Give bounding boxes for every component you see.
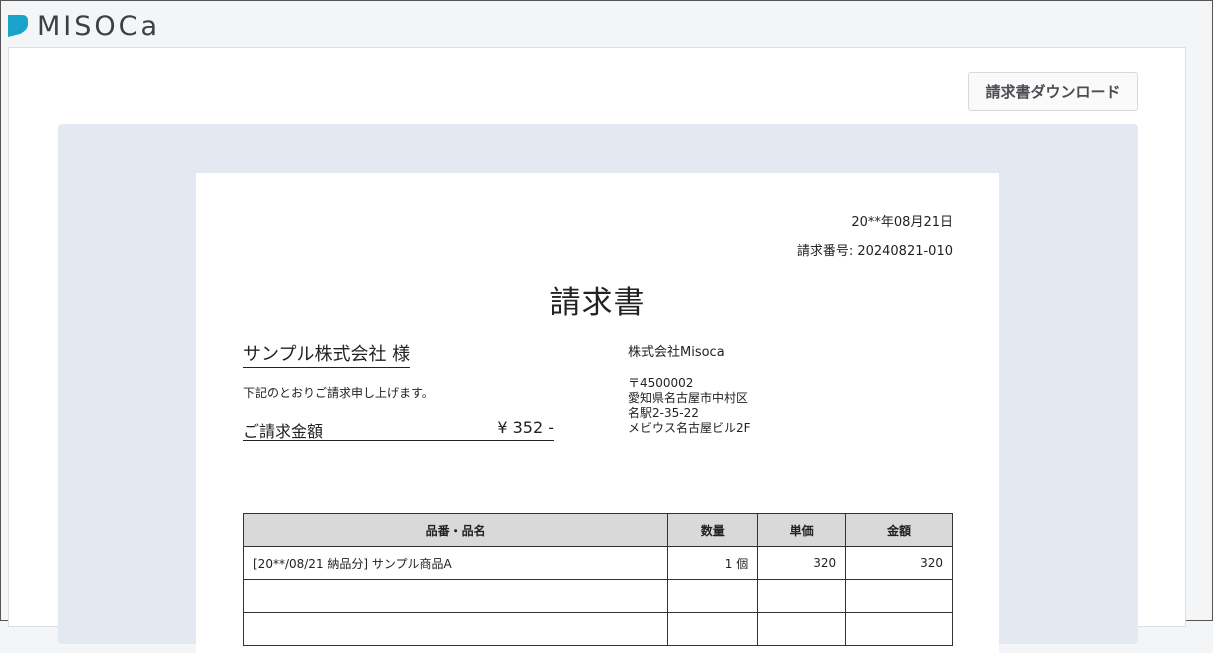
misoca-logo-icon <box>8 15 28 37</box>
logo-text: MISOCa <box>37 10 161 42</box>
issuer-postal-code: 〒4500002 <box>628 376 694 390</box>
table-row: [20**/08/21 納品分] サンプル商品A 1 個 320 320 <box>242 546 953 580</box>
cell-amount <box>845 612 953 646</box>
cell-quantity <box>667 579 759 613</box>
issuer-address-line: メビウス名古屋ビル2F <box>628 421 751 435</box>
cell-item <box>242 612 669 646</box>
table-row <box>242 612 953 646</box>
issuer-name: 株式会社Misoca <box>628 345 725 360</box>
column-header-quantity: 数量 <box>667 513 759 547</box>
invoice-title: 請求書 <box>549 285 646 321</box>
invoice-panel: 請求書ダウンロード 20**年08月21日 請求番号: 20240821-010… <box>8 47 1186 653</box>
table-row <box>242 579 953 613</box>
column-header-amount: 金額 <box>845 513 953 547</box>
cell-quantity: 1 個 <box>667 546 759 580</box>
invoice-items-table: 品番・品名 数量 単価 金額 [20**/08/21 納品分] サンプル商品A … <box>242 513 953 646</box>
column-header-item: 品番・品名 <box>242 513 669 547</box>
issuer-address-line: 愛知県名古屋市中村区 <box>628 391 749 405</box>
billing-amount-value: ¥ 352 - <box>497 418 554 437</box>
invoice-preview-area: 20**年08月21日 請求番号: 20240821-010 請求書 サンプル株… <box>58 124 1138 653</box>
invoice-document: 20**年08月21日 請求番号: 20240821-010 請求書 サンプル株… <box>196 173 999 653</box>
misoca-logo[interactable]: MISOCa <box>8 11 160 41</box>
column-header-unit-price: 単価 <box>757 513 847 547</box>
invoice-date: 20**年08月21日 <box>851 215 953 230</box>
billing-amount-label: ご請求金額 <box>243 422 324 441</box>
cell-unit-price <box>757 612 847 646</box>
cell-unit-price <box>757 579 847 613</box>
cell-quantity <box>667 612 759 646</box>
invoice-number: 請求番号: 20240821-010 <box>796 244 953 259</box>
lead-text: 下記のとおりご請求申し上げます。 <box>243 386 434 400</box>
cell-item: [20**/08/21 納品分] サンプル商品A <box>242 546 669 580</box>
issuer-address-line: 名駅2-35-22 <box>628 406 699 420</box>
cell-item <box>242 579 669 613</box>
cell-unit-price: 320 <box>757 546 847 580</box>
download-invoice-button[interactable]: 請求書ダウンロード <box>968 72 1138 111</box>
billing-amount-row: ご請求金額 ¥ 352 - <box>243 418 554 441</box>
cell-amount: 320 <box>845 546 953 580</box>
issuer-address: 〒4500002 愛知県名古屋市中村区 名駅2-35-22 メビウス名古屋ビル2… <box>628 376 751 436</box>
cell-amount <box>845 579 953 613</box>
client-name: サンプル株式会社 様 <box>243 340 411 368</box>
table-header-row: 品番・品名 数量 単価 金額 <box>242 513 953 547</box>
